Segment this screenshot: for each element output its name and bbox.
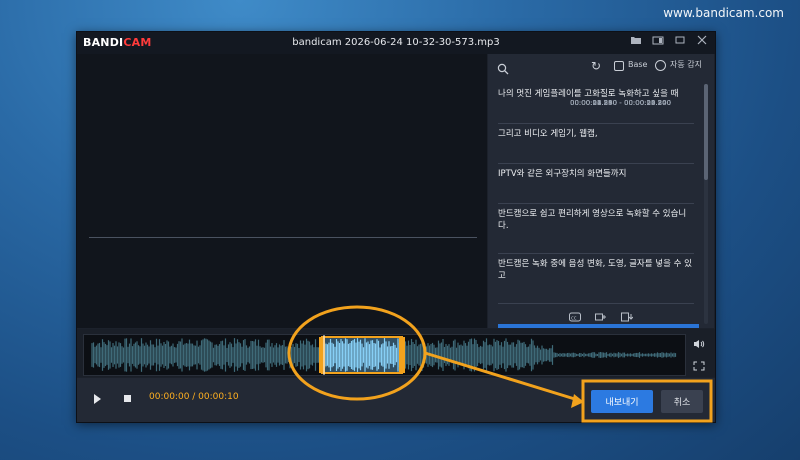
list-item[interactable]: 00:00:23.890 - 00:00:29.200 반드캠은 녹화 중에 음… bbox=[498, 99, 694, 304]
waveform-row bbox=[77, 329, 715, 377]
subtitle-text: 반드캠으로 쉽고 편리하게 영상으로 녹화할 수 있습니다. bbox=[498, 209, 687, 231]
preview-baseline bbox=[89, 237, 477, 238]
subtitle-tools: cc bbox=[488, 306, 714, 328]
refresh-icon[interactable]: ↻ bbox=[591, 60, 601, 72]
play-icon[interactable] bbox=[94, 394, 101, 404]
watermark: www.bandicam.com bbox=[663, 6, 784, 20]
subtitle-toolbar: ↻ Base 자동 감지 bbox=[488, 54, 714, 80]
svg-text:cc: cc bbox=[571, 316, 577, 322]
export-button[interactable]: 내보내기 bbox=[591, 390, 653, 413]
subtitle-text: IPTV와 같은 외구장치의 화면들까지 bbox=[498, 169, 627, 179]
list-item[interactable]: 00:00:04.240 - 00:00:12.100 그리고 비디오 게임기,… bbox=[498, 99, 694, 164]
waveform-tools bbox=[691, 339, 707, 383]
window-controls bbox=[629, 35, 709, 49]
volume-icon[interactable] bbox=[691, 339, 707, 353]
base-label[interactable]: Base bbox=[628, 60, 647, 69]
snapshot-icon[interactable] bbox=[651, 35, 665, 49]
subtitle-time: 00:00:23.890 - 00:00:29.200 bbox=[570, 99, 672, 107]
export-subtitle-icon[interactable] bbox=[621, 312, 634, 322]
subtitle-text: 반드캠은 녹화 중에 음성 변화, 도영, 글자를 넣을 수 있고 bbox=[498, 259, 692, 281]
selection-end-handle[interactable] bbox=[399, 337, 405, 373]
subtitle-panel: ↻ Base 자동 감지 00:00:01.540 - 00:00:04.240… bbox=[488, 54, 714, 328]
subtitle-text: 그리고 비디오 게임기, 웹캠, bbox=[498, 129, 598, 139]
video-preview bbox=[77, 54, 487, 328]
selection-range[interactable] bbox=[321, 336, 403, 374]
restore-icon[interactable] bbox=[673, 35, 687, 49]
base-checkbox-icon[interactable] bbox=[614, 61, 624, 71]
list-item[interactable]: 00:00:12.230 - 00:00:15.800 IPTV와 같은 외구장… bbox=[498, 99, 694, 204]
subtitle-scrollbar[interactable] bbox=[704, 84, 708, 324]
time-display: 00:00:00 / 00:00:10 bbox=[149, 392, 239, 402]
fullscreen-icon[interactable] bbox=[691, 361, 707, 375]
globe-icon[interactable] bbox=[655, 60, 666, 71]
audio-waveform[interactable] bbox=[83, 334, 686, 376]
playback-controls: 00:00:00 / 00:00:10 내보내기 취소 bbox=[77, 378, 715, 422]
editor-window: BANDICAM bandicam 2026-06-24 10-32-30-57… bbox=[76, 31, 716, 423]
folder-icon[interactable] bbox=[629, 35, 643, 49]
cc-icon[interactable]: cc bbox=[569, 312, 581, 322]
list-item[interactable]: 00:00:16.250 - 00:00:20.200 반드캠으로 쉽고 편리하… bbox=[498, 99, 694, 254]
search-icon[interactable] bbox=[497, 60, 509, 75]
subtitle-list: 00:00:01.540 - 00:00:04.240 나의 멋진 게임플레이를… bbox=[498, 84, 694, 304]
add-subtitle-icon[interactable] bbox=[595, 312, 607, 322]
stop-icon[interactable] bbox=[124, 395, 131, 402]
close-icon[interactable] bbox=[695, 35, 709, 49]
scrollbar-thumb[interactable] bbox=[704, 84, 708, 180]
title-bar: BANDICAM bandicam 2026-06-24 10-32-30-57… bbox=[77, 32, 715, 54]
cancel-button[interactable]: 취소 bbox=[661, 390, 703, 413]
window-title: bandicam 2026-06-24 10-32-30-573.mp3 bbox=[292, 37, 500, 48]
auto-detect-label[interactable]: 자동 감지 bbox=[670, 59, 702, 70]
